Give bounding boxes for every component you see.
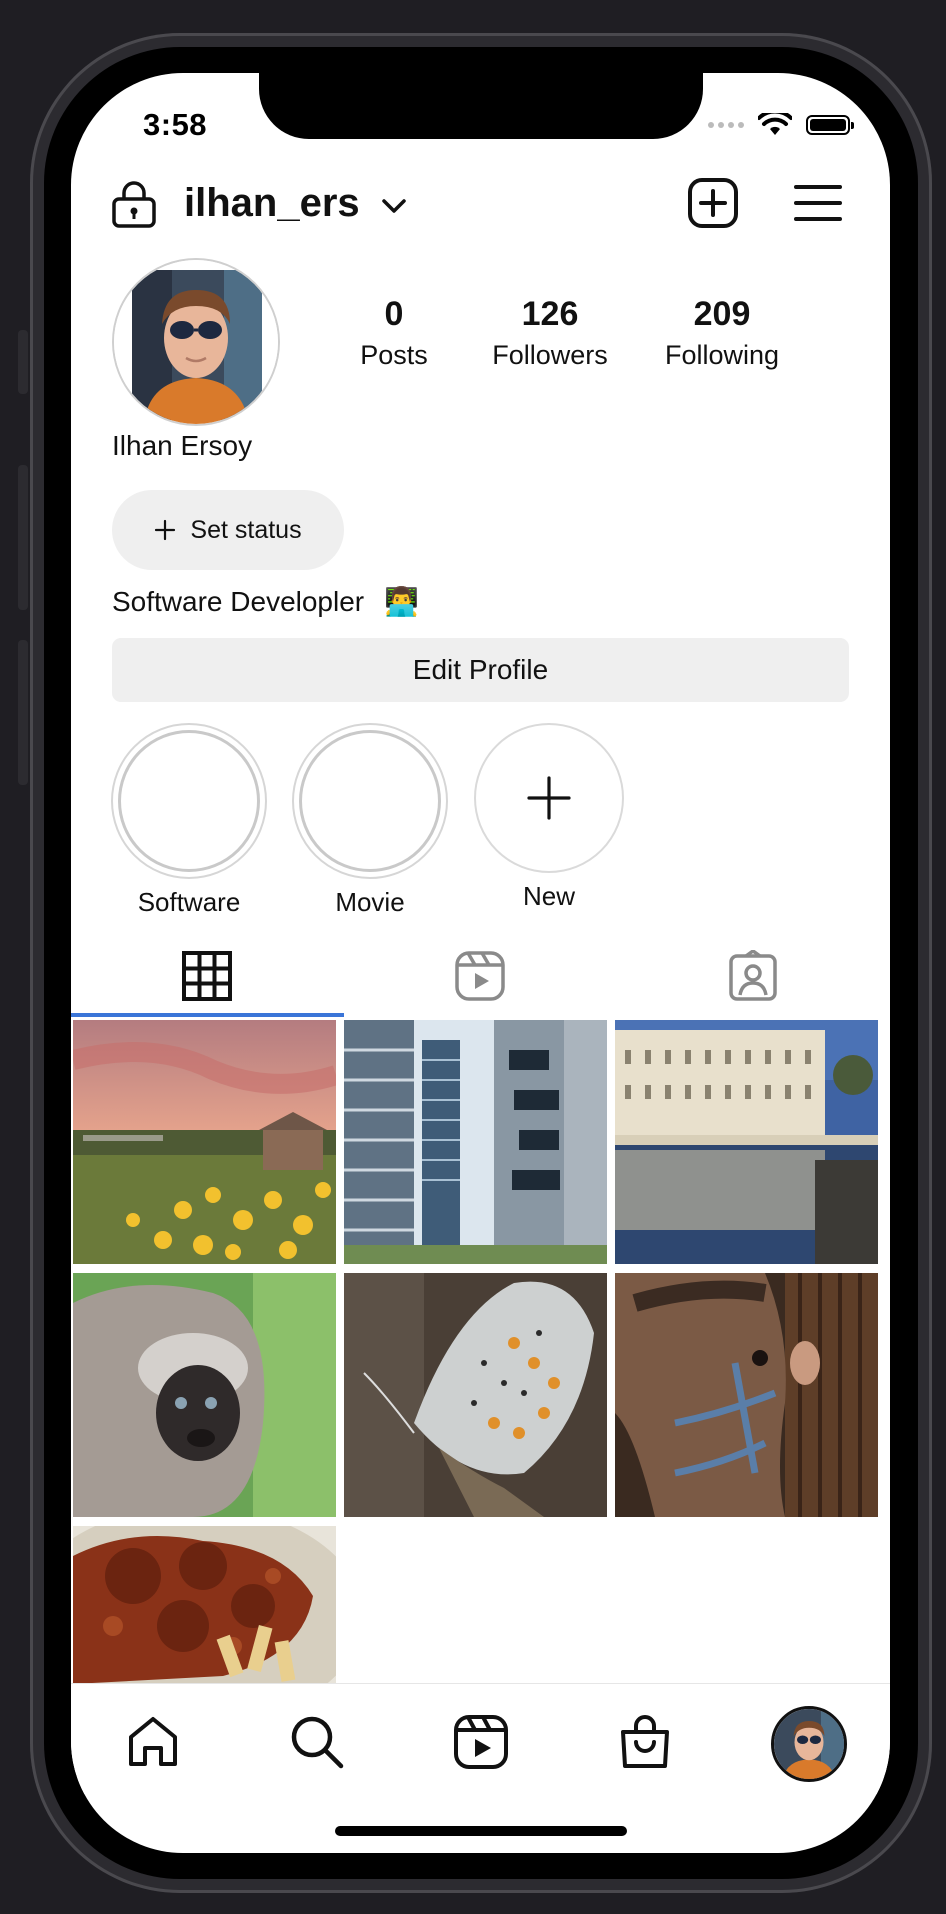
sunset-field-photo xyxy=(73,1020,336,1264)
monkey-photo xyxy=(73,1273,336,1517)
highlight-ring xyxy=(111,723,267,879)
horse-photo xyxy=(615,1273,878,1517)
set-status-label: Set status xyxy=(190,515,302,544)
menu-icon[interactable] xyxy=(793,183,843,223)
tab-reels[interactable] xyxy=(344,935,616,1017)
tagged-icon xyxy=(729,950,777,1001)
bio-text: Software Developler xyxy=(112,585,365,617)
tab-tagged[interactable] xyxy=(617,935,889,1017)
bottom-navigation xyxy=(71,1683,890,1794)
profile-header: ilhan_ers xyxy=(71,161,890,241)
post-thumbnail[interactable] xyxy=(344,1273,607,1517)
highlight-ring xyxy=(292,723,448,879)
followers-label: Followers xyxy=(492,340,608,370)
post-thumbnail[interactable] xyxy=(615,1020,878,1264)
home-indicator xyxy=(335,1826,627,1836)
following-stat[interactable]: 209 Following xyxy=(642,295,802,371)
profile-name: Ilhan Ersoy xyxy=(112,430,253,461)
edit-profile-button[interactable]: Edit Profile xyxy=(112,638,849,702)
nav-reels[interactable] xyxy=(451,1712,511,1772)
skyscrapers-photo xyxy=(344,1020,607,1264)
bio: Software Developler 👨‍💻 xyxy=(112,585,419,618)
screen: 3:58 ilhan_ers 0 Posts 126 Followers 209… xyxy=(71,73,890,1853)
wifi-icon xyxy=(758,113,792,135)
post-thumbnail[interactable] xyxy=(344,1020,607,1264)
followers-stat[interactable]: 126 Followers xyxy=(470,295,630,371)
grid-icon xyxy=(182,951,232,1001)
reels-icon xyxy=(455,951,505,1001)
shop-icon xyxy=(621,1715,669,1768)
status-time: 3:58 xyxy=(143,107,208,142)
followers-count: 126 xyxy=(521,295,579,333)
nav-search[interactable] xyxy=(287,1712,347,1772)
post-thumbnail[interactable] xyxy=(73,1273,336,1517)
set-status-button[interactable]: Set status xyxy=(112,490,344,570)
volume-down-button xyxy=(18,640,28,785)
account-switcher[interactable]: ilhan_ers xyxy=(184,181,360,226)
nav-profile-avatar[interactable] xyxy=(771,1706,847,1782)
profile-tabs xyxy=(71,935,890,1017)
search-icon xyxy=(291,1716,344,1769)
highlight-software[interactable]: Software xyxy=(111,723,267,918)
following-label: Following xyxy=(664,340,780,370)
building-reflection-photo xyxy=(615,1020,878,1264)
bio-emoji: 👨‍💻 xyxy=(384,586,419,617)
post-thumbnail[interactable] xyxy=(73,1526,336,1684)
home-icon xyxy=(129,1717,177,1766)
tab-grid[interactable] xyxy=(71,935,343,1017)
highlight-movie[interactable]: Movie xyxy=(292,723,448,918)
post-thumbnail[interactable] xyxy=(73,1020,336,1264)
highlight-label: Movie xyxy=(335,887,405,917)
pasta-photo xyxy=(73,1526,336,1684)
nav-home[interactable] xyxy=(123,1712,183,1772)
following-count: 209 xyxy=(693,295,751,333)
highlight-new[interactable]: New xyxy=(474,723,624,912)
posts-stat[interactable]: 0 Posts xyxy=(314,295,474,371)
active-tab-indicator xyxy=(71,1013,344,1017)
posts-count: 0 xyxy=(384,295,404,333)
posts-label: Posts xyxy=(360,340,428,370)
notch xyxy=(259,73,703,139)
avatar[interactable] xyxy=(112,258,280,426)
battery-icon xyxy=(806,115,854,135)
chevron-down-icon[interactable] xyxy=(381,197,407,215)
lock-icon xyxy=(112,181,156,228)
mute-switch xyxy=(18,330,28,394)
reels-icon xyxy=(454,1715,508,1769)
highlight-label: New xyxy=(522,881,575,911)
nav-shop[interactable] xyxy=(615,1712,675,1772)
new-post-icon[interactable] xyxy=(687,177,739,229)
new-highlight-ring xyxy=(474,723,624,873)
butterfly-photo xyxy=(344,1273,607,1517)
status-indicators xyxy=(708,113,854,137)
volume-up-button xyxy=(18,465,28,610)
post-thumbnail[interactable] xyxy=(615,1273,878,1517)
signal-icon xyxy=(708,122,744,128)
plus-icon xyxy=(155,519,176,541)
plus-icon xyxy=(527,776,571,820)
highlight-label: Software xyxy=(137,887,241,917)
